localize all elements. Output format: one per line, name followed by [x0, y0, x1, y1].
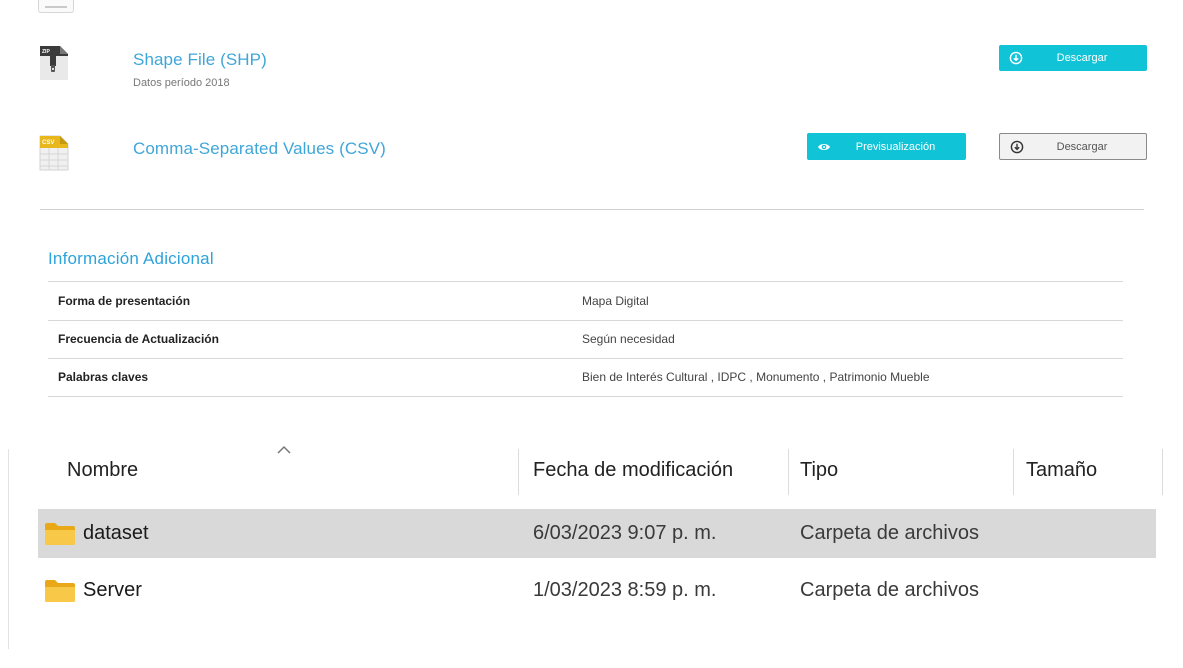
- folder-icon: [45, 523, 75, 545]
- download-shp-label: Descargar: [1056, 52, 1108, 64]
- column-header-type[interactable]: Tipo: [800, 459, 838, 482]
- file-row-server[interactable]: Server 1/03/2023 8:59 p. m. Carpeta de a…: [38, 566, 1156, 615]
- info-key: Palabras claves: [58, 370, 149, 384]
- column-separator[interactable]: [788, 449, 789, 495]
- zip-file-icon: ZIP: [40, 46, 68, 80]
- file-icon-partial: [38, 0, 74, 13]
- file-type: Carpeta de archivos: [800, 579, 979, 601]
- info-key: Forma de presentación: [58, 294, 191, 308]
- download-icon: [1009, 51, 1023, 65]
- preview-csv-label: Previsualización: [855, 140, 936, 153]
- file-name: dataset: [83, 522, 149, 544]
- additional-info-title: Información Adicional: [48, 249, 214, 268]
- info-key: Frecuencia de Actualización: [58, 332, 219, 346]
- resource-subtitle-shp: Datos período 2018: [133, 77, 230, 89]
- download-csv-label: Descargar: [1056, 140, 1108, 153]
- column-header-size[interactable]: Tamaño: [1026, 459, 1097, 482]
- column-separator[interactable]: [1162, 449, 1163, 495]
- csv-file-icon: CSV: [39, 135, 69, 171]
- file-date: 1/03/2023 8:59 p. m.: [533, 579, 717, 601]
- download-shp-button[interactable]: Descargar: [999, 45, 1147, 71]
- column-header-name[interactable]: Nombre: [67, 459, 138, 482]
- preview-csv-button[interactable]: Previsualización: [807, 133, 966, 160]
- download-csv-button[interactable]: Descargar: [999, 133, 1147, 160]
- file-name: Server: [83, 579, 142, 601]
- column-separator[interactable]: [518, 449, 519, 495]
- svg-text:CSV: CSV: [42, 140, 54, 146]
- panel-edge: [8, 449, 9, 649]
- info-value: Mapa Digital: [582, 294, 649, 308]
- section-divider: [40, 209, 1144, 210]
- download-icon: [1010, 140, 1024, 153]
- info-row: Frecuencia de Actualización Según necesi…: [48, 320, 1123, 359]
- chevron-up-icon: [277, 445, 291, 454]
- file-type: Carpeta de archivos: [800, 522, 979, 544]
- svg-text:ZIP: ZIP: [42, 49, 50, 55]
- resource-title-shp[interactable]: Shape File (SHP): [133, 50, 267, 70]
- file-date: 6/03/2023 9:07 p. m.: [533, 522, 717, 544]
- file-row-dataset[interactable]: dataset 6/03/2023 9:07 p. m. Carpeta de …: [38, 509, 1156, 558]
- column-separator[interactable]: [1013, 449, 1014, 495]
- info-row: Forma de presentación Mapa Digital: [48, 281, 1123, 321]
- info-value: Bien de Interés Cultural , IDPC , Monume…: [582, 370, 930, 384]
- eye-icon: [818, 143, 830, 150]
- folder-icon: [45, 580, 75, 602]
- resource-title-csv[interactable]: Comma-Separated Values (CSV): [133, 139, 386, 159]
- info-value: Según necesidad: [582, 332, 675, 346]
- column-header-date[interactable]: Fecha de modificación: [533, 459, 733, 482]
- info-row: Palabras claves Bien de Interés Cultural…: [48, 358, 1123, 397]
